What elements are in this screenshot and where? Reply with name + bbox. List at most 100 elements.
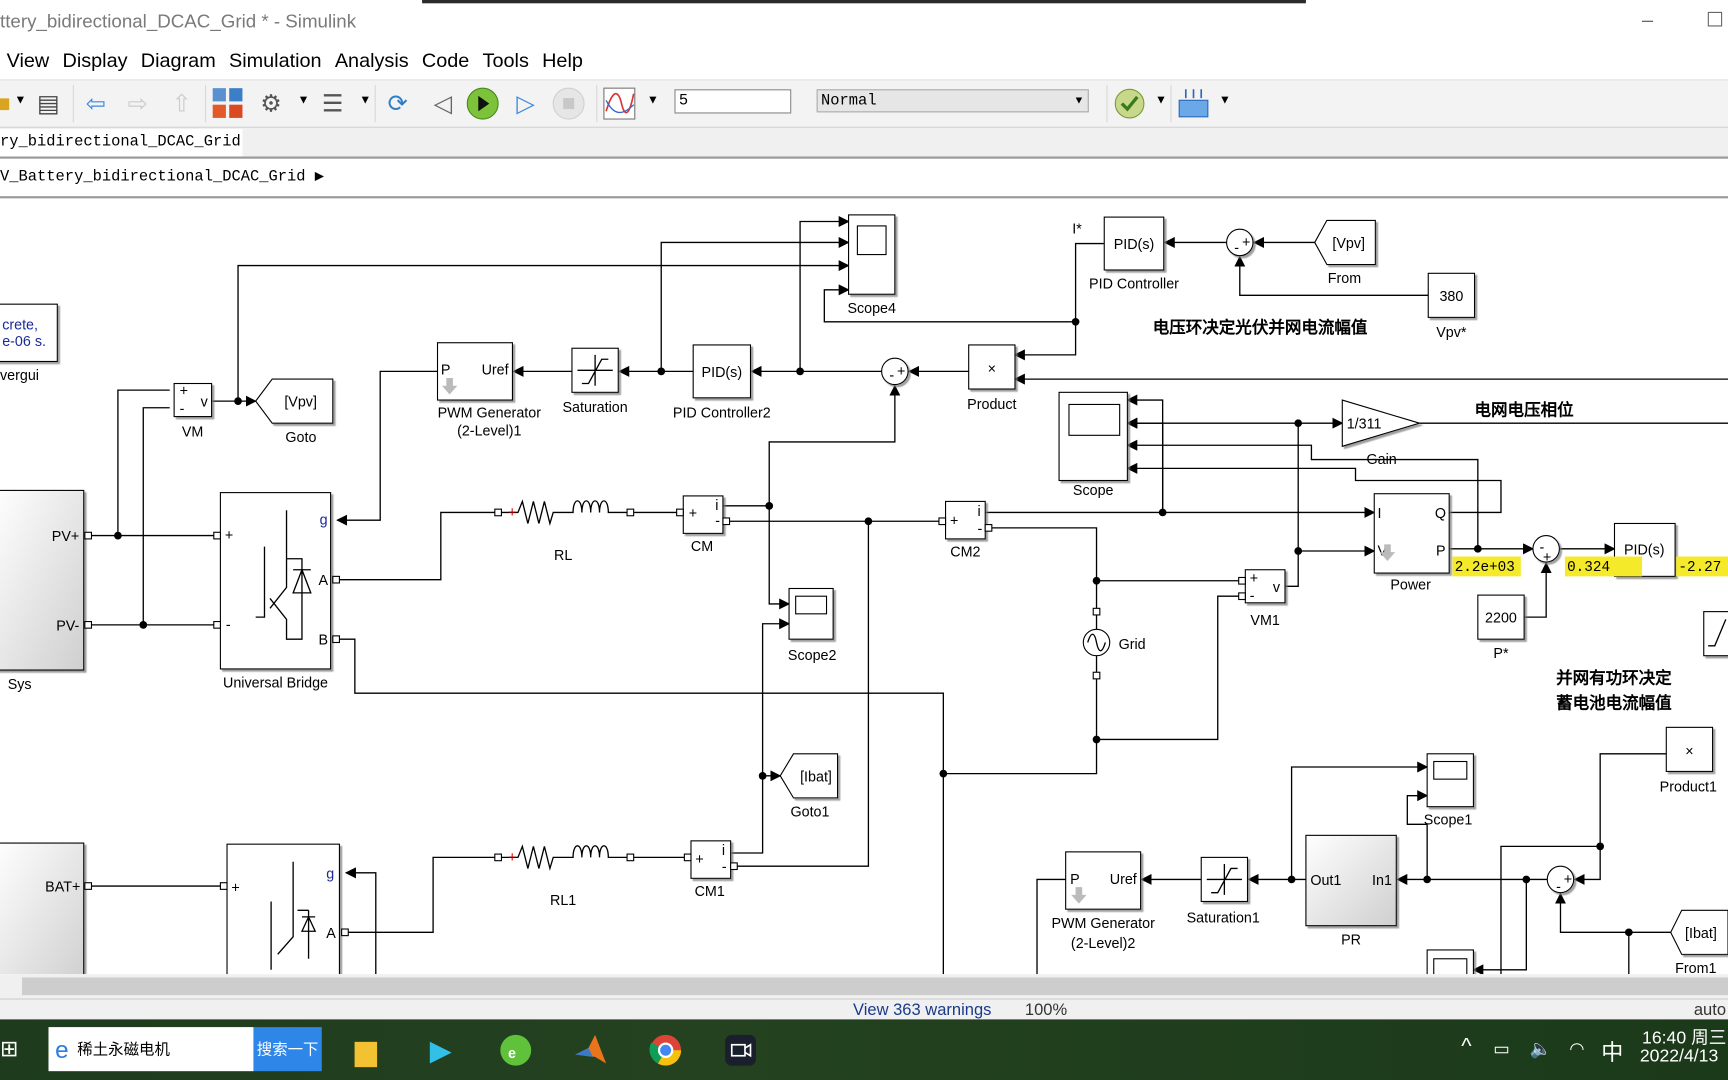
universal-bridge-block[interactable]: g A B + - Universal Bridge [213, 492, 340, 692]
simulation-data-inspector-icon[interactable] [603, 87, 636, 120]
p-reference-constant[interactable]: 2200 P* [1477, 594, 1525, 662]
open-dropdown[interactable]: ▼ [14, 94, 26, 107]
goto-vpv-block[interactable]: [Vpv] Goto [254, 378, 334, 446]
constant-value: 380 [1439, 289, 1463, 305]
block-label: PWM Generator [438, 406, 542, 422]
power-block[interactable]: I Q V P Power [1373, 493, 1450, 594]
task-view-icon[interactable]: ⊞ [0, 1035, 18, 1063]
goto-ibat-block[interactable]: [Ibat] Goto1 [779, 753, 839, 821]
grid-source-block[interactable]: Grid [1082, 607, 1146, 680]
scope-bottom-block[interactable] [1426, 949, 1474, 975]
advisor-dropdown[interactable]: ▼ [1155, 94, 1167, 107]
taskbar-search-box[interactable]: e 稀土永磁电机 [48, 1027, 254, 1072]
back-icon[interactable]: ⇦ [79, 87, 112, 120]
menu-view[interactable]: View [0, 46, 56, 77]
pv-system-block[interactable]: PV+ PV- Sys [0, 489, 93, 693]
horizontal-scrollbar[interactable] [0, 974, 1728, 999]
wifi-icon[interactable]: ◠ [1569, 1038, 1584, 1060]
pwm-generator-2-block[interactable]: P Uref PWM Generator (2-Level)2 [1051, 851, 1155, 952]
tab-model[interactable]: ry_bidirectional_DCAC_Grid [0, 128, 243, 157]
rl-branch-block[interactable]: + RL [494, 499, 635, 564]
product-block[interactable]: × Product [967, 344, 1017, 413]
clock-date[interactable]: 2022/4/13 [1640, 1047, 1718, 1067]
sum-block[interactable]: +- [1226, 228, 1254, 256]
sum-block[interactable]: +- [881, 357, 909, 386]
block-label: Saturation [562, 400, 627, 416]
pid-controller-block[interactable]: PID(s) PID Controller I* [1072, 216, 1179, 293]
step-forward-icon[interactable]: ▷ [509, 87, 542, 120]
warnings-link[interactable]: View 363 warnings [853, 1001, 991, 1020]
voltage-measurement-1-block[interactable]: + - v VM1 [1238, 569, 1286, 629]
run-icon[interactable] [466, 87, 499, 120]
current-measurement-2-block[interactable]: + i - CM2 [938, 500, 993, 561]
product-1-block[interactable]: × Product1 [1660, 726, 1717, 795]
from-vpv-block[interactable]: [Vpv] From [1314, 219, 1376, 287]
scope-block[interactable]: Scope [1058, 391, 1128, 499]
current-measurement-1-block[interactable]: + i - CM1 [683, 840, 738, 900]
sum-block[interactable]: +- [1546, 865, 1575, 896]
pid-controller-2-block[interactable]: PID(s) PID Controller2 [673, 344, 771, 422]
library-browser-icon[interactable] [212, 87, 245, 120]
stop-icon[interactable] [552, 87, 585, 120]
volume-icon[interactable]: 🔈 [1530, 1038, 1552, 1060]
model-advisor-icon[interactable] [1113, 87, 1146, 120]
pwm-generator-1-block[interactable]: P Uref PWM Generator (2-Level)1 [436, 342, 542, 440]
menu-tools[interactable]: Tools [476, 46, 536, 77]
battery-icon[interactable]: ▭ [1493, 1038, 1510, 1060]
breadcrumb-arrow-icon[interactable]: ▶ [315, 169, 324, 187]
battery-system-block[interactable]: BAT+ [0, 842, 93, 975]
search-button[interactable]: 搜索一下 [253, 1027, 322, 1072]
save-icon[interactable]: ▤ [32, 87, 65, 120]
360-browser-icon[interactable]: e [494, 1028, 538, 1072]
rl1-branch-block[interactable]: + RL1 [494, 844, 635, 909]
settings-dropdown[interactable]: ▼ [298, 94, 310, 107]
breadcrumb-path[interactable]: V_Battery_bidirectional_DCAC_Grid [0, 169, 306, 187]
scrollbar-thumb[interactable] [22, 977, 1728, 996]
pr-controller-subsystem[interactable]: Out1 In1 PR [1305, 834, 1397, 948]
voltage-measurement-block[interactable]: + - v VM [173, 382, 213, 441]
gain-block[interactable]: 1/311 Gain [1341, 399, 1422, 468]
matlab-icon[interactable] [569, 1028, 613, 1072]
maximize-button[interactable]: ☐ [1706, 9, 1724, 32]
camera-app-icon[interactable] [719, 1028, 763, 1072]
menu-simulation[interactable]: Simulation [222, 46, 328, 77]
vpv-reference-constant[interactable]: 380 Vpv* [1427, 272, 1476, 341]
powergui-block[interactable]: crete, e-06 s. vergui [0, 303, 58, 384]
inspector-dropdown[interactable]: ▼ [647, 94, 659, 107]
model-explorer-icon[interactable]: ☰ [316, 87, 349, 120]
current-measurement-block[interactable]: + i - CM [676, 495, 731, 555]
menu-help[interactable]: Help [535, 46, 589, 77]
up-icon[interactable]: ⇧ [165, 87, 198, 120]
menu-analysis[interactable]: Analysis [328, 46, 415, 77]
menu-diagram[interactable]: Diagram [134, 46, 222, 77]
signal-table-icon[interactable] [1177, 87, 1210, 120]
simulation-mode-select[interactable]: Normal ▼ [816, 89, 1089, 113]
stop-time-input[interactable]: 5 [674, 89, 792, 114]
saturation-block[interactable]: Saturation [562, 347, 628, 416]
file-explorer-icon[interactable]: ▆ [344, 1028, 388, 1072]
update-diagram-icon[interactable]: ⟳ [381, 87, 414, 120]
menu-display[interactable]: Display [56, 46, 134, 77]
ime-indicator[interactable]: 中 [1601, 1035, 1623, 1067]
video-player-icon[interactable]: ▶ [419, 1028, 463, 1072]
signal-dropdown[interactable]: ▼ [1219, 94, 1231, 107]
sum-block[interactable]: -+ [1532, 535, 1560, 566]
from-ibat-block[interactable]: [Ibat] From1 [1670, 909, 1728, 974]
scope1-block[interactable]: Scope1 [1424, 753, 1474, 829]
saturation-1-block[interactable]: Saturation1 [1187, 856, 1260, 926]
model-settings-icon[interactable]: ⚙ [255, 87, 288, 120]
chrome-icon[interactable] [644, 1028, 688, 1072]
menu-code[interactable]: Code [415, 46, 476, 77]
scope2-block[interactable]: Scope2 [788, 587, 837, 664]
universal-bridge-2-block[interactable]: + g A [219, 843, 349, 975]
clock-time[interactable]: 16:40 周三 [1642, 1023, 1726, 1049]
scope4-block[interactable]: Scope4 [847, 214, 896, 317]
tray-chevron-icon[interactable]: ^ [1461, 1035, 1471, 1060]
step-back-icon[interactable]: ◁ [426, 87, 459, 120]
diagram-canvas[interactable]: crete, e-06 s. vergui PV+ PV- Sys + - v … [0, 200, 1728, 975]
minimize-button[interactable]: – [1642, 9, 1653, 32]
explorer-dropdown[interactable]: ▼ [359, 94, 371, 107]
forward-icon[interactable]: ⇨ [121, 87, 154, 120]
saturation-2-block[interactable] [1703, 611, 1728, 657]
block-diagram[interactable]: crete, e-06 s. vergui PV+ PV- Sys + - v … [0, 201, 1728, 975]
